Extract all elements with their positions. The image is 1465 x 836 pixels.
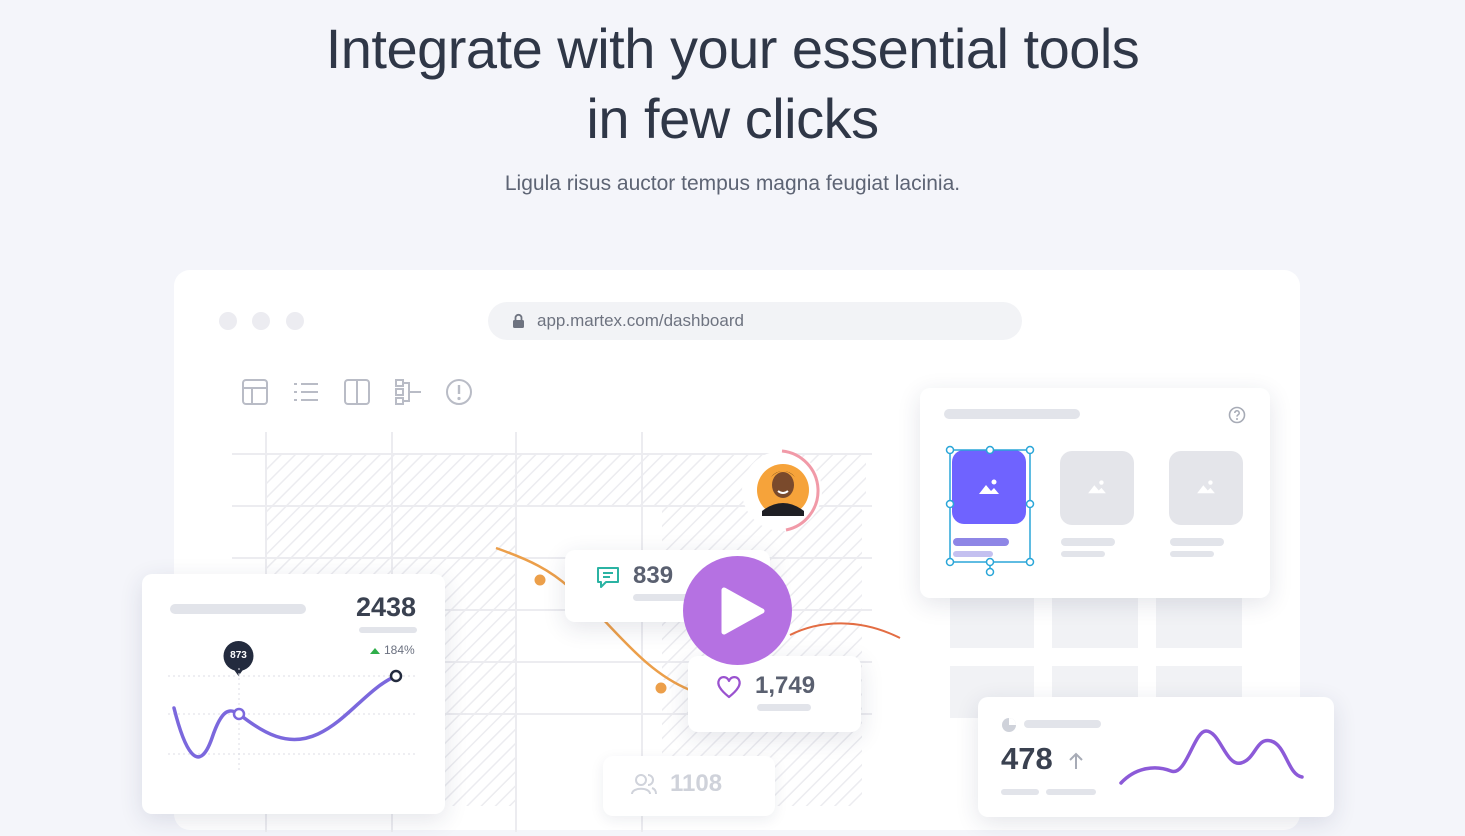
table-icon[interactable] xyxy=(241,378,269,406)
window-dot-3 xyxy=(286,312,304,330)
alert-icon[interactable] xyxy=(445,378,473,406)
secondary-stat-value: 478 xyxy=(1001,741,1053,776)
selection-handles[interactable] xyxy=(944,444,1064,578)
users-count: 1108 xyxy=(670,770,723,797)
thumb2-subcaption-placeholder xyxy=(1061,551,1105,557)
columns-icon[interactable] xyxy=(343,378,371,406)
address-bar: app.martex.com/dashboard xyxy=(488,302,1022,340)
page-title: Integrate with your essential tools in f… xyxy=(0,14,1465,154)
play-video-button[interactable] xyxy=(683,556,792,665)
list-icon[interactable] xyxy=(292,378,320,406)
image-icon xyxy=(1197,480,1215,494)
likes-caption-placeholder xyxy=(757,704,811,711)
arrow-up-icon xyxy=(1069,752,1083,769)
picker-title-placeholder xyxy=(944,409,1080,419)
likes-count: 1,749 xyxy=(755,672,816,699)
title-line-2: in few clicks xyxy=(586,87,879,150)
page-subtitle: Ligula risus auctor tempus magna feugiat… xyxy=(504,172,961,195)
window-dot-1 xyxy=(219,312,237,330)
image-picker-card[interactable] xyxy=(920,388,1270,598)
growth-percent: 184% xyxy=(384,643,415,657)
mini-line-chart xyxy=(1119,729,1304,785)
comment-icon xyxy=(597,567,619,588)
thumb3-caption-placeholder xyxy=(1170,538,1224,546)
up-arrow-icon xyxy=(370,648,380,654)
lock-icon xyxy=(513,313,524,328)
pie-chart-icon xyxy=(1002,718,1016,732)
growth-line-chart xyxy=(168,668,416,772)
secondary-title-placeholder xyxy=(1024,720,1101,728)
main-stat-value: 2438 xyxy=(356,592,417,622)
thumb3-subcaption-placeholder xyxy=(1170,551,1214,557)
stat-caption-placeholder xyxy=(359,627,417,633)
secondary-stats-card[interactable]: 478 xyxy=(978,697,1334,817)
heart-icon xyxy=(717,676,741,699)
secondary-caption-b xyxy=(1046,789,1096,795)
thumb2-caption-placeholder xyxy=(1061,538,1115,546)
hierarchy-icon[interactable] xyxy=(395,378,423,406)
comments-count: 839 xyxy=(633,562,674,589)
window-dot-2 xyxy=(252,312,270,330)
play-icon xyxy=(721,587,765,635)
avatar xyxy=(738,447,826,535)
image-icon xyxy=(1088,480,1106,494)
avatar-image xyxy=(742,449,822,532)
title-line-1: Integrate with your essential tools xyxy=(325,17,1140,80)
likes-card[interactable]: 1,749 xyxy=(688,656,861,732)
marker-value: 873 xyxy=(230,650,247,661)
image-thumb-3[interactable] xyxy=(1169,451,1243,525)
address-url: app.martex.com/dashboard xyxy=(537,311,744,330)
secondary-caption-a xyxy=(1001,789,1039,795)
image-thumb-2[interactable] xyxy=(1060,451,1134,525)
users-icon xyxy=(631,774,657,795)
help-icon[interactable] xyxy=(1228,406,1246,424)
card-title-placeholder xyxy=(170,604,306,614)
growth-chart-card[interactable]: 2438 184% 873 xyxy=(142,574,445,814)
users-card[interactable]: 1108 xyxy=(603,756,775,816)
